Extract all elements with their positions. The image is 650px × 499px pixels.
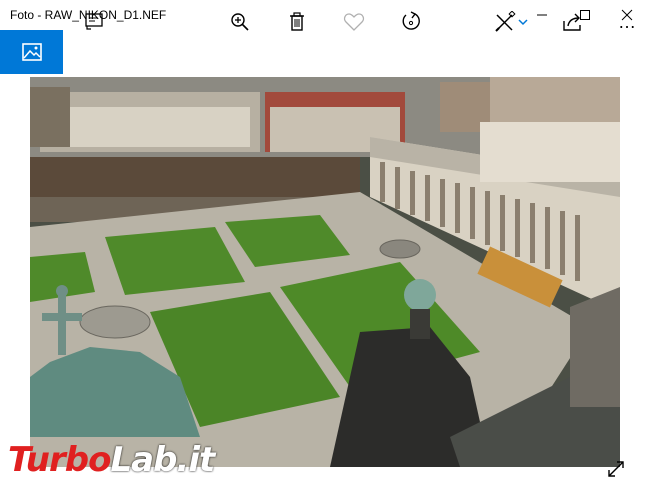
watermark-part-turbo: Turbo: [8, 440, 111, 480]
rotate-button[interactable]: [391, 0, 431, 44]
zoom-in-icon: [231, 13, 249, 31]
more-icon: …: [618, 11, 636, 32]
chevron-down-icon: [518, 19, 528, 26]
aerial-photo: [30, 77, 620, 467]
slideshow-button[interactable]: [74, 0, 114, 44]
slideshow-icon: [85, 13, 103, 30]
delete-icon: [290, 12, 304, 31]
watermark-logo: TurboLab.it: [8, 440, 215, 480]
edit-dropdown-button[interactable]: [508, 0, 538, 44]
rotate-icon: [402, 11, 420, 30]
delete-button[interactable]: [277, 0, 317, 44]
photo-icon: [21, 43, 42, 61]
share-button[interactable]: [553, 0, 593, 44]
share-icon: [563, 13, 581, 31]
favorite-button[interactable]: [334, 0, 374, 44]
heart-icon: [343, 13, 365, 31]
fullscreen-button[interactable]: [605, 458, 627, 480]
zoom-button[interactable]: [220, 0, 260, 44]
more-options-button[interactable]: …: [607, 0, 647, 44]
see-all-photos-button[interactable]: [0, 30, 63, 74]
watermark-part-lab: Lab.it: [110, 440, 215, 480]
photo-viewer-image[interactable]: [30, 77, 620, 467]
expand-icon: [608, 461, 624, 477]
